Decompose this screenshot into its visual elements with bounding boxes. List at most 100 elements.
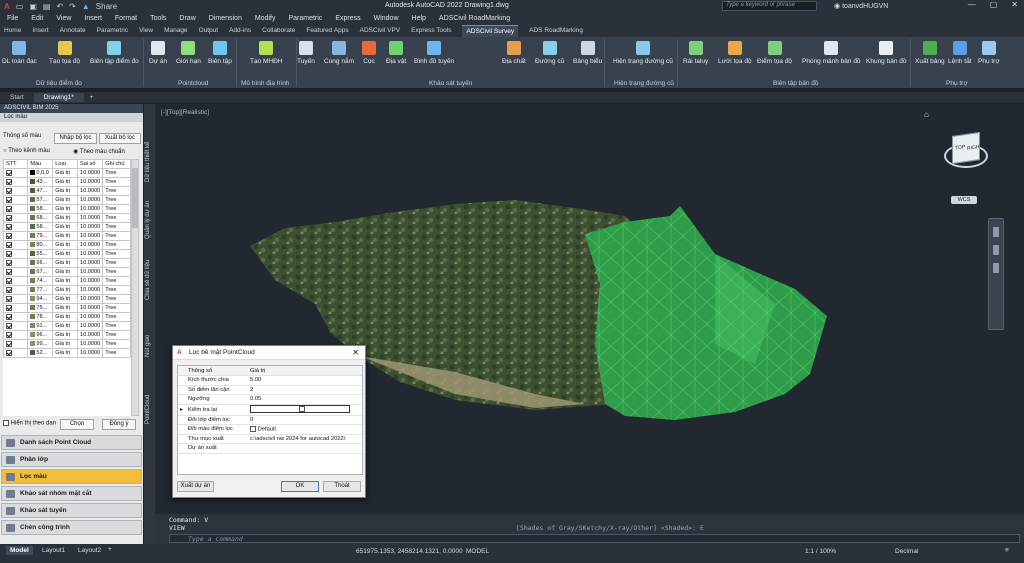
row-check-box[interactable]: [6, 169, 12, 176]
menu-item-1[interactable]: Edit: [31, 15, 43, 22]
ribbon-button-19[interactable]: Phóng mảnh bản đồ: [802, 41, 861, 65]
table-row[interactable]: 58... Giá trị 10.0000 Tree: [3, 222, 131, 232]
row-checkbox[interactable]: [3, 204, 29, 214]
ribbon-button-21[interactable]: Xuất bảng: [915, 41, 945, 65]
row-check-box[interactable]: [6, 178, 12, 185]
ribbon-tab-6[interactable]: Output: [199, 27, 219, 34]
property-value-cell[interactable]: [248, 404, 362, 416]
menu-item-8[interactable]: Modify: [255, 15, 276, 22]
view-cube[interactable]: TOP RIGHT: [944, 132, 988, 176]
table-row[interactable]: 47... Giá trị 10.0000 Tree: [3, 186, 131, 196]
pan-icon[interactable]: [993, 227, 999, 237]
new-tab-icon[interactable]: +: [84, 94, 94, 101]
row-checkbox[interactable]: [3, 321, 29, 331]
import-filter-button[interactable]: Nhập bộ lọc: [54, 133, 97, 144]
row-checkbox[interactable]: [3, 258, 29, 268]
ribbon-tab-4[interactable]: View: [139, 27, 153, 34]
accordion-item-3[interactable]: Khảo sát nhóm mặt cắt: [1, 486, 142, 501]
ribbon-button-1[interactable]: Tạo tọa độ: [49, 41, 80, 65]
ribbon-button-23[interactable]: Phụ trợ: [978, 41, 1000, 65]
ribbon-tab-2[interactable]: Annotate: [60, 27, 86, 34]
wcs-menu[interactable]: WCS: [951, 196, 977, 204]
property-row[interactable]: ▸ Kiểm tra lại: [178, 404, 362, 416]
close-icon[interactable]: ✕: [1011, 0, 1018, 9]
vtab-share[interactable]: Chia sẻ dữ liệu: [145, 260, 151, 300]
table-row[interactable]: 68... Giá trị 10.0000 Tree: [3, 213, 131, 223]
doc-tab-start[interactable]: Start: [0, 93, 34, 102]
ribbon-tab-12[interactable]: ADSCivil Survey: [462, 24, 519, 37]
table-row[interactable]: 80... Giá trị 10.0000 Tree: [3, 240, 131, 250]
property-value-cell[interactable]: [248, 443, 362, 454]
ribbon-button-18[interactable]: Điểm tọa độ: [757, 41, 792, 65]
maximize-icon[interactable]: ▢: [990, 0, 998, 9]
ribbon-button-20[interactable]: Khung bản đồ: [866, 41, 906, 65]
ribbon-button-0[interactable]: DL toàn đạc: [2, 41, 37, 65]
ribbon-tab-8[interactable]: Collaborate: [262, 27, 295, 34]
ribbon-button-16[interactable]: Rải taluy: [683, 41, 708, 65]
radio-channel[interactable]: ○ Theo kênh màu: [3, 148, 50, 154]
row-checkbox[interactable]: [3, 312, 29, 322]
model-space-button[interactable]: MODEL: [466, 548, 489, 555]
ribbon-tab-11[interactable]: Express Tools: [411, 27, 451, 34]
table-row[interactable]: 67... Giá trị 10.0000 Tree: [3, 267, 131, 277]
add-layout-icon[interactable]: +: [108, 546, 112, 553]
row-check-box[interactable]: [6, 205, 12, 212]
row-check-box[interactable]: [6, 286, 12, 293]
row-check-box[interactable]: [6, 187, 12, 194]
recheck-checkbox[interactable]: [299, 405, 305, 412]
ribbon-tab-0[interactable]: Home: [4, 27, 21, 34]
new-icon[interactable]: ▭: [16, 2, 24, 11]
menu-item-3[interactable]: Insert: [84, 15, 102, 22]
table-row[interactable]: 55... Giá trị 10.0000 Tree: [3, 249, 131, 259]
table-row[interactable]: 58... Giá trị 10.0000 Tree: [3, 204, 131, 214]
export-filter-button[interactable]: Xuất bộ lọc: [99, 133, 141, 144]
customize-icon[interactable]: ≡: [1005, 547, 1009, 554]
recheck-field[interactable]: [250, 404, 350, 413]
menu-item-6[interactable]: Draw: [179, 15, 195, 22]
menu-item-4[interactable]: Format: [115, 15, 137, 22]
ribbon-tab-13[interactable]: ADS RoadMarking: [529, 27, 583, 34]
row-checkbox[interactable]: [3, 222, 29, 232]
row-checkbox[interactable]: [3, 303, 29, 313]
dialog-close-icon[interactable]: ✕: [352, 346, 359, 360]
table-row[interactable]: 43... Giá trị 10.0000 Tree: [3, 177, 131, 187]
annotation-scale[interactable]: 1:1 / 100%: [805, 548, 836, 555]
color-checkbox[interactable]: [250, 425, 256, 432]
property-value-cell[interactable]: c:\adscivil nw 2024 for autocad 2022\: [248, 434, 362, 444]
row-check-box[interactable]: [6, 223, 12, 230]
property-value-cell[interactable]: 2: [248, 385, 362, 395]
row-check-box[interactable]: [6, 250, 12, 257]
ribbon-button-17[interactable]: Lưới tọa độ: [718, 41, 752, 65]
row-check-box[interactable]: [6, 331, 12, 338]
doc-tab-drawing1[interactable]: Drawing1*: [33, 93, 84, 102]
save-icon[interactable]: ▤: [43, 2, 51, 11]
accordion-item-0[interactable]: Danh sách Point Cloud: [1, 435, 142, 450]
row-check-box[interactable]: [6, 349, 12, 356]
row-check-box[interactable]: [6, 268, 12, 275]
minimize-icon[interactable]: —: [968, 0, 976, 9]
ribbon-button-6[interactable]: Tạo MHĐH: [250, 41, 283, 65]
property-row[interactable]: Đổi màu điểm lọc Default: [178, 424, 362, 435]
row-checkbox[interactable]: [3, 285, 29, 295]
row-check-box[interactable]: [6, 295, 12, 302]
menu-item-13[interactable]: ADSCivil RoadMarking: [439, 15, 510, 22]
ribbon-tab-10[interactable]: ADSCivil VPV: [360, 27, 400, 34]
ribbon-button-7[interactable]: Tuyến: [297, 41, 315, 65]
row-checkbox[interactable]: [3, 195, 29, 205]
property-value-cell[interactable]: 0: [248, 415, 362, 425]
ribbon-button-14[interactable]: Bảng biểu: [573, 41, 602, 65]
property-row[interactable]: Dự án xuất: [178, 443, 362, 454]
accordion-item-2[interactable]: Lọc màu: [1, 469, 142, 484]
table-row[interactable]: 79... Giá trị 10.0000 Tree: [3, 231, 131, 241]
property-row[interactable]: Ngưỡng 0.05: [178, 394, 362, 405]
search-input[interactable]: Type a keyword or phrase: [722, 1, 817, 11]
ribbon-button-8[interactable]: Cong nắm: [324, 41, 354, 65]
menu-item-11[interactable]: Window: [374, 15, 399, 22]
radio-standard[interactable]: ◉ Theo màu chuẩn: [73, 148, 125, 155]
export-project-button[interactable]: Xuất dự án: [177, 481, 214, 492]
row-check-box[interactable]: [6, 304, 12, 311]
ribbon-tab-5[interactable]: Manage: [164, 27, 188, 34]
row-checkbox[interactable]: [3, 240, 29, 250]
dongy-button[interactable]: Đồng ý: [102, 419, 136, 430]
row-check-box[interactable]: [6, 196, 12, 203]
